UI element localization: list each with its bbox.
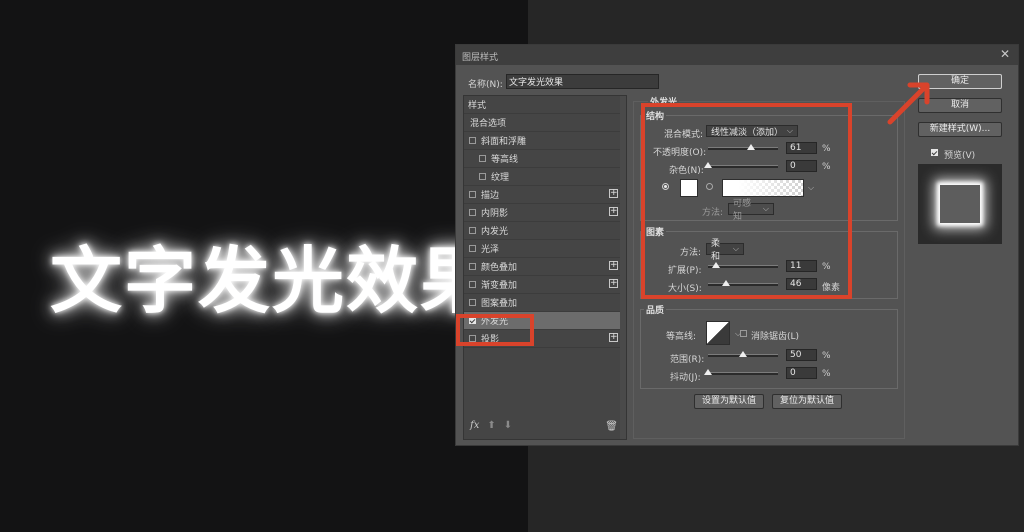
style-list-header-label: 样式 [468, 101, 487, 111]
antialias-checkbox[interactable] [740, 330, 747, 337]
style-item-10[interactable]: 图案叠加 [464, 294, 626, 312]
annotation-arrow [887, 82, 930, 125]
glowing-headline: 文字发光效果 [50, 239, 495, 323]
quality-title: 品质 [644, 303, 667, 316]
style-item-0[interactable]: 混合选项 [464, 114, 626, 132]
jitter-slider-thumb[interactable] [704, 369, 712, 375]
style-item-label: 内发光 [481, 227, 509, 237]
style-item-checkbox[interactable] [469, 281, 476, 288]
style-item-checkbox[interactable] [469, 227, 476, 234]
style-item-checkbox[interactable] [469, 245, 476, 252]
style-item-checkbox[interactable] [469, 209, 476, 216]
close-icon[interactable]: ✕ [1000, 47, 1010, 61]
style-item-6[interactable]: 内发光 [464, 222, 626, 240]
add-effect-plus-icon[interactable]: + [609, 261, 618, 270]
name-label: 名称(N): [468, 80, 503, 90]
style-item-label: 图案叠加 [481, 299, 518, 309]
fx-icon[interactable]: fx [470, 420, 479, 431]
style-list-scrollbar[interactable] [620, 96, 626, 439]
style-list-panel: 样式 混合选项斜面和浮雕等高线纹理描边 + 内阴影 + 内发光光泽颜色叠加 + 渐变叠加 + 图… [463, 95, 627, 440]
style-item-checkbox[interactable] [479, 173, 486, 180]
preview-glow-square [940, 185, 980, 223]
jitter-slider-track[interactable] [708, 372, 778, 375]
style-item-7[interactable]: 光泽 [464, 240, 626, 258]
dialog-title: 图层样式 [462, 53, 499, 63]
style-item-label: 描边 [481, 191, 500, 201]
preview-label: 预览(V) [944, 151, 976, 161]
antialias-label: 消除锯齿(L) [751, 332, 800, 342]
contour-swatch[interactable] [706, 321, 730, 345]
jitter-unit: % [822, 369, 831, 379]
add-effect-plus-icon[interactable]: + [609, 189, 618, 198]
style-item-4[interactable]: 描边 + [464, 186, 626, 204]
preview-checkbox[interactable] [931, 149, 938, 156]
annotation-box-settings [641, 103, 852, 299]
range-slider-thumb[interactable] [739, 351, 747, 357]
name-input[interactable] [506, 74, 659, 89]
style-item-label: 混合选项 [470, 119, 507, 129]
range-label: 范围(R): [670, 355, 705, 365]
style-item-label: 等高线 [491, 155, 519, 165]
style-list-header[interactable]: 样式 [464, 96, 626, 114]
style-item-9[interactable]: 渐变叠加 + [464, 276, 626, 294]
dialog-titlebar[interactable]: 图层样式 ✕ [456, 45, 1018, 65]
move-up-icon[interactable]: ⬆ [487, 420, 495, 431]
style-item-checkbox[interactable] [479, 155, 486, 162]
style-item-label: 内阴影 [481, 209, 509, 219]
style-item-checkbox[interactable] [469, 299, 476, 306]
range-input[interactable]: 50 [786, 349, 817, 361]
style-item-8[interactable]: 颜色叠加 + [464, 258, 626, 276]
style-list-footer: fx ⬆ ⬇ [470, 420, 512, 431]
style-item-checkbox[interactable] [469, 137, 476, 144]
move-down-icon[interactable]: ⬇ [504, 420, 512, 431]
set-default-button[interactable]: 设置为默认值 [694, 394, 764, 409]
preview-thumbnail [918, 164, 1002, 244]
style-item-label: 颜色叠加 [481, 263, 518, 273]
style-item-checkbox[interactable] [469, 191, 476, 198]
style-item-3[interactable]: 纹理 [464, 168, 626, 186]
style-item-checkbox[interactable] [469, 263, 476, 270]
annotation-box-outer-glow [456, 314, 534, 346]
style-item-label: 斜面和浮雕 [481, 137, 527, 147]
style-item-label: 光泽 [481, 245, 500, 255]
reset-default-button[interactable]: 复位为默认值 [772, 394, 842, 409]
jitter-input[interactable]: 0 [786, 367, 817, 379]
style-item-2[interactable]: 等高线 [464, 150, 626, 168]
trash-icon[interactable]: 🗑 [605, 421, 618, 432]
style-item-5[interactable]: 内阴影 + [464, 204, 626, 222]
range-unit: % [822, 351, 831, 361]
jitter-label: 抖动(J): [670, 373, 701, 383]
style-item-label: 渐变叠加 [481, 281, 518, 291]
contour-label: 等高线: [666, 332, 697, 342]
add-effect-plus-icon[interactable]: + [609, 279, 618, 288]
add-effect-plus-icon[interactable]: + [609, 333, 618, 342]
style-item-1[interactable]: 斜面和浮雕 [464, 132, 626, 150]
add-effect-plus-icon[interactable]: + [609, 207, 618, 216]
style-item-label: 纹理 [491, 173, 510, 183]
